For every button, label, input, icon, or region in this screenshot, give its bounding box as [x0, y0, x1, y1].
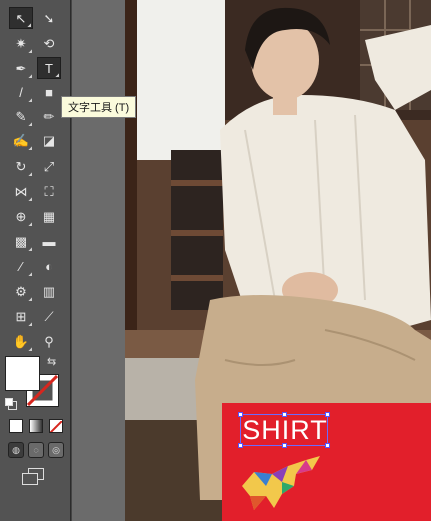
- flyout-indicator-icon: [28, 197, 32, 201]
- free-transform-tool-icon[interactable]: ⛶: [37, 180, 61, 202]
- flyout-indicator-icon: [28, 322, 32, 326]
- flyout-indicator-icon: [28, 172, 32, 176]
- line-segment-tool-icon[interactable]: /: [9, 81, 33, 103]
- fill-swatch[interactable]: [5, 356, 40, 391]
- width-tool-icon[interactable]: ⋈: [9, 180, 33, 202]
- paintbrush-tool-icon[interactable]: ✎: [9, 105, 33, 127]
- zoom-tool-icon[interactable]: ⚲: [37, 330, 61, 352]
- mesh-tool-icon[interactable]: ▩: [9, 230, 33, 252]
- selection-handle[interactable]: [282, 443, 287, 448]
- rotate-tool-icon[interactable]: ↻: [9, 155, 33, 177]
- watermark-logo: [236, 452, 324, 514]
- tools-panel: ↖ ➘ ✷ ⟲ ✒ T / ■ ✎ ✏ ✍ ◪ ↻ ⤢ ⋈ ⛶ ⊕ ▦ ▩ ▬ ⁄ ◐ ⚙ ▥ ⊞ ⟋ ✋ ⚲ ⇆ ◍ ◌ ◎: [0, 0, 71, 521]
- hand-tool-icon[interactable]: ✋: [9, 330, 33, 352]
- pencil-tool-icon[interactable]: ✏: [37, 105, 61, 127]
- draw-normal-icon[interactable]: ◍: [8, 442, 24, 458]
- selection-handle[interactable]: [282, 412, 287, 417]
- eraser-tool-icon[interactable]: ◪: [37, 129, 61, 151]
- shape-builder-tool-icon[interactable]: ⊕: [9, 205, 33, 227]
- selection-handle[interactable]: [238, 412, 243, 417]
- flyout-indicator-icon: [28, 297, 32, 301]
- direct-selection-tool-icon[interactable]: ➘: [37, 7, 61, 29]
- flyout-indicator-icon: [28, 146, 32, 150]
- type-tool-icon[interactable]: T: [37, 57, 61, 79]
- default-fill-stroke-icon[interactable]: [5, 398, 17, 410]
- column-graph-tool-icon[interactable]: ▥: [37, 280, 61, 302]
- selection-handle[interactable]: [325, 443, 330, 448]
- flyout-indicator-icon: [28, 122, 32, 126]
- flyout-indicator-icon: [55, 73, 59, 77]
- screen-mode-icon[interactable]: [22, 468, 44, 485]
- selection-handle[interactable]: [325, 412, 330, 417]
- flyout-indicator-icon: [27, 23, 31, 27]
- rectangle-tool-icon[interactable]: ■: [37, 81, 61, 103]
- type-tool-tooltip: 文字工具 (T): [61, 96, 137, 118]
- canvas-pasteboard: [71, 0, 125, 521]
- symbol-sprayer-tool-icon[interactable]: ⚙: [9, 280, 33, 302]
- pen-tool-icon[interactable]: ✒: [9, 57, 33, 79]
- draw-inside-icon[interactable]: ◎: [48, 442, 64, 458]
- text-selection-box[interactable]: [240, 414, 328, 446]
- color-mode-gradient-icon[interactable]: [29, 419, 43, 433]
- slice-tool-icon[interactable]: ⟋: [37, 305, 61, 327]
- scale-tool-icon[interactable]: ⤢: [37, 155, 61, 177]
- fill-stroke-widget: ⇆: [5, 356, 60, 411]
- eyedropper-tool-icon[interactable]: ⁄: [9, 255, 33, 277]
- lasso-tool-icon[interactable]: ⟲: [37, 32, 61, 54]
- flyout-indicator-icon: [28, 74, 32, 78]
- selection-tool-icon[interactable]: ↖: [9, 7, 33, 29]
- gradient-tool-icon[interactable]: ▬: [37, 230, 61, 252]
- draw-behind-icon[interactable]: ◌: [28, 442, 44, 458]
- swap-fill-stroke-icon[interactable]: ⇆: [47, 355, 56, 368]
- color-mode-color-icon[interactable]: [9, 419, 23, 433]
- blend-tool-icon[interactable]: ◐: [37, 255, 61, 277]
- flyout-indicator-icon: [28, 222, 32, 226]
- flyout-indicator-icon: [28, 49, 32, 53]
- color-mode-none-icon[interactable]: [49, 419, 63, 433]
- flyout-indicator-icon: [28, 247, 32, 251]
- flyout-indicator-icon: [28, 272, 32, 276]
- blob-brush-tool-icon[interactable]: ✍: [9, 129, 33, 151]
- magic-wand-tool-icon[interactable]: ✷: [9, 32, 33, 54]
- perspective-grid-tool-icon[interactable]: ▦: [37, 205, 61, 227]
- selection-handle[interactable]: [238, 443, 243, 448]
- flyout-indicator-icon: [28, 98, 32, 102]
- artboard-tool-icon[interactable]: ⊞: [9, 305, 33, 327]
- flyout-indicator-icon: [28, 347, 32, 351]
